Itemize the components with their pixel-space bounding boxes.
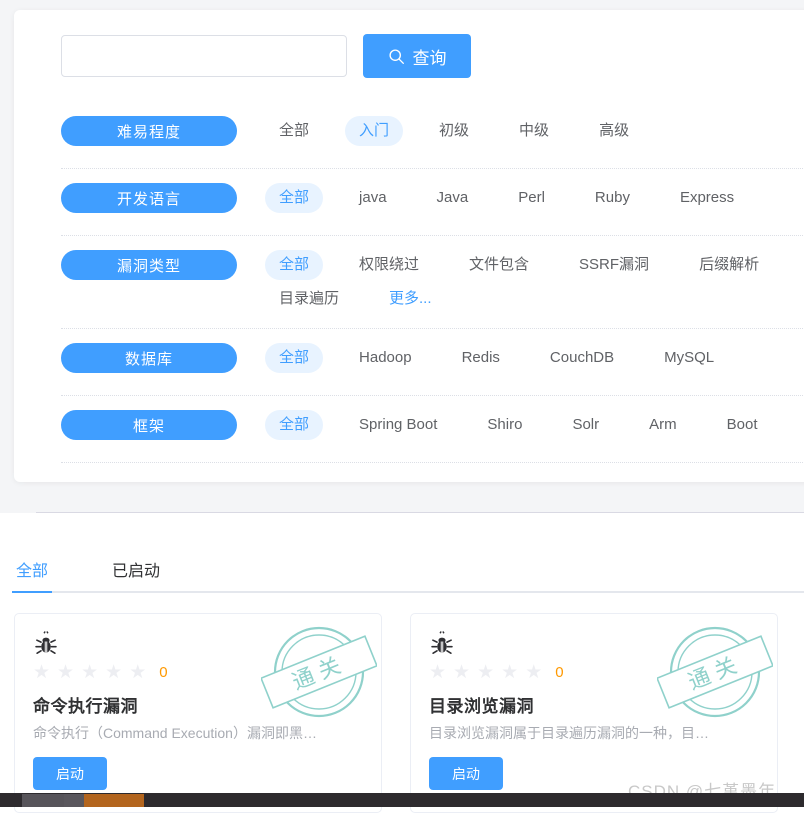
filter-option[interactable]: Boot [713, 410, 772, 440]
taskbar[interactable] [0, 793, 804, 807]
card-title: 目录浏览漏洞 [429, 697, 534, 716]
filter-row: 框架 全部 Spring Boot Shiro Solr Arm Boot [61, 396, 804, 463]
search-row: 查询 [61, 34, 471, 78]
filter-option[interactable]: Spring Boot [345, 410, 451, 440]
filter-option[interactable]: 权限绕过 [345, 250, 433, 280]
filter-more-link[interactable]: 更多... [375, 284, 446, 314]
filter-option[interactable]: CouchDB [536, 343, 628, 373]
search-input[interactable] [61, 35, 347, 77]
rating-value: 0 [159, 663, 168, 681]
filter-option[interactable]: 入门 [345, 116, 404, 146]
star-icon[interactable]: ★ [129, 663, 146, 682]
filter-option[interactable]: 目录遍历 [265, 284, 353, 314]
filter-option[interactable]: 全部 [265, 343, 324, 373]
filter-category-pill[interactable]: 框架 [61, 410, 237, 440]
filter-row: 漏洞类型 全部 权限绕过 文件包含 SSRF漏洞 后缀解析目录遍历 更多... [61, 236, 804, 329]
star-icon[interactable]: ★ [429, 663, 446, 682]
rating-value: 0 [555, 663, 564, 681]
star-icon[interactable]: ★ [81, 663, 98, 682]
filter-row: 数据库 全部 Hadoop Redis CouchDB MySQL [61, 329, 804, 396]
filter-category-pill[interactable]: 漏洞类型 [61, 250, 237, 280]
filter-option[interactable]: 后缀解析 [685, 250, 773, 280]
filter-option[interactable]: 全部 [265, 116, 323, 146]
filter-category-pill[interactable]: 数据库 [61, 343, 237, 373]
filter-row: 难易程度 全部 入门 初级 中级 高级 [61, 102, 804, 169]
filter-option[interactable]: 全部 [265, 250, 324, 280]
filter-option[interactable]: Hadoop [345, 343, 426, 373]
start-button[interactable]: 启动 [429, 757, 503, 790]
filter-options: 全部 入门 初级 中级 高级 [265, 116, 804, 146]
star-icon[interactable]: ★ [105, 663, 122, 682]
filter-options: 全部 Hadoop Redis CouchDB MySQL [265, 343, 804, 373]
filter-option[interactable]: java [345, 183, 401, 213]
filter-options: 全部 Spring Boot Shiro Solr Arm Boot [265, 410, 804, 440]
filter-option[interactable]: 中级 [505, 116, 563, 146]
filter-option[interactable]: 初级 [425, 116, 483, 146]
filter-option[interactable]: Express [666, 183, 748, 213]
filter-option[interactable]: 高级 [585, 116, 643, 146]
taskbar-item-1[interactable] [22, 794, 64, 807]
filter-option[interactable]: Perl [504, 183, 559, 213]
rating-row: ★ ★ ★ ★ ★ 0 [33, 662, 363, 682]
star-icon[interactable]: ★ [453, 663, 470, 682]
filter-option[interactable]: 全部 [265, 410, 324, 440]
filter-row: 开发语言 全部 java Java Perl Ruby Express [61, 169, 804, 236]
taskbar-item-3[interactable] [84, 794, 144, 807]
card-title: 命令执行漏洞 [33, 697, 138, 716]
filter-option[interactable]: Shiro [473, 410, 536, 440]
filter-option[interactable]: Solr [558, 410, 613, 440]
start-button[interactable]: 启动 [33, 757, 107, 790]
filter-options: 全部 权限绕过 文件包含 SSRF漏洞 后缀解析目录遍历 更多... [265, 250, 804, 314]
filter-option[interactable]: SSRF漏洞 [565, 250, 663, 280]
tab-all[interactable]: 全部 [12, 557, 53, 593]
star-icon[interactable]: ★ [525, 663, 542, 682]
vulnerability-card[interactable]: ★ ★ ★ ★ ★ 0 命令执行漏洞命令执行（Command Execution）漏洞即黑…… [14, 613, 382, 813]
card-description: 命令执行（Command Execution）漏洞即黑… [33, 725, 317, 741]
star-icon[interactable]: ★ [33, 663, 50, 682]
filter-panel: 查询 难易程度 全部 入门 初级 中级 高级 开发语言 全部 java Java Perl Ruby E… [14, 10, 804, 482]
filter-option[interactable]: 全部 [265, 183, 324, 213]
search-button-label: 查询 [412, 48, 447, 68]
filter-option[interactable]: Redis [448, 343, 514, 373]
bug-icon [33, 630, 363, 656]
filter-category-pill[interactable]: 难易程度 [61, 116, 237, 146]
tab-started[interactable]: 已启动 [108, 557, 164, 591]
filter-option[interactable]: Java [423, 183, 483, 213]
bug-icon [429, 630, 759, 656]
search-button[interactable]: 查询 [363, 34, 471, 78]
search-icon [388, 48, 405, 65]
filter-option[interactable]: Arm [635, 410, 691, 440]
filter-options: 全部 java Java Perl Ruby Express [265, 183, 804, 213]
star-icon[interactable]: ★ [477, 663, 494, 682]
rating-row: ★ ★ ★ ★ ★ 0 [429, 662, 759, 682]
star-icon[interactable]: ★ [501, 663, 518, 682]
tab-bar: 全部 已启动 [12, 553, 804, 593]
filter-category-pill[interactable]: 开发语言 [61, 183, 237, 213]
filter-option[interactable]: MySQL [650, 343, 728, 373]
filter-option[interactable]: Ruby [581, 183, 644, 213]
list-panel: 全部 已启动 ★ ★ ★ ★ ★ 0 命令执行漏洞命令执行（Command Execution… [0, 513, 804, 813]
card-description: 目录浏览漏洞属于目录遍历漏洞的一种，目… [429, 725, 709, 741]
filter-option[interactable]: 文件包含 [455, 250, 543, 280]
star-icon[interactable]: ★ [57, 663, 74, 682]
filter-rows: 难易程度 全部 入门 初级 中级 高级 开发语言 全部 java Java Perl Ruby Expr… [61, 102, 804, 463]
